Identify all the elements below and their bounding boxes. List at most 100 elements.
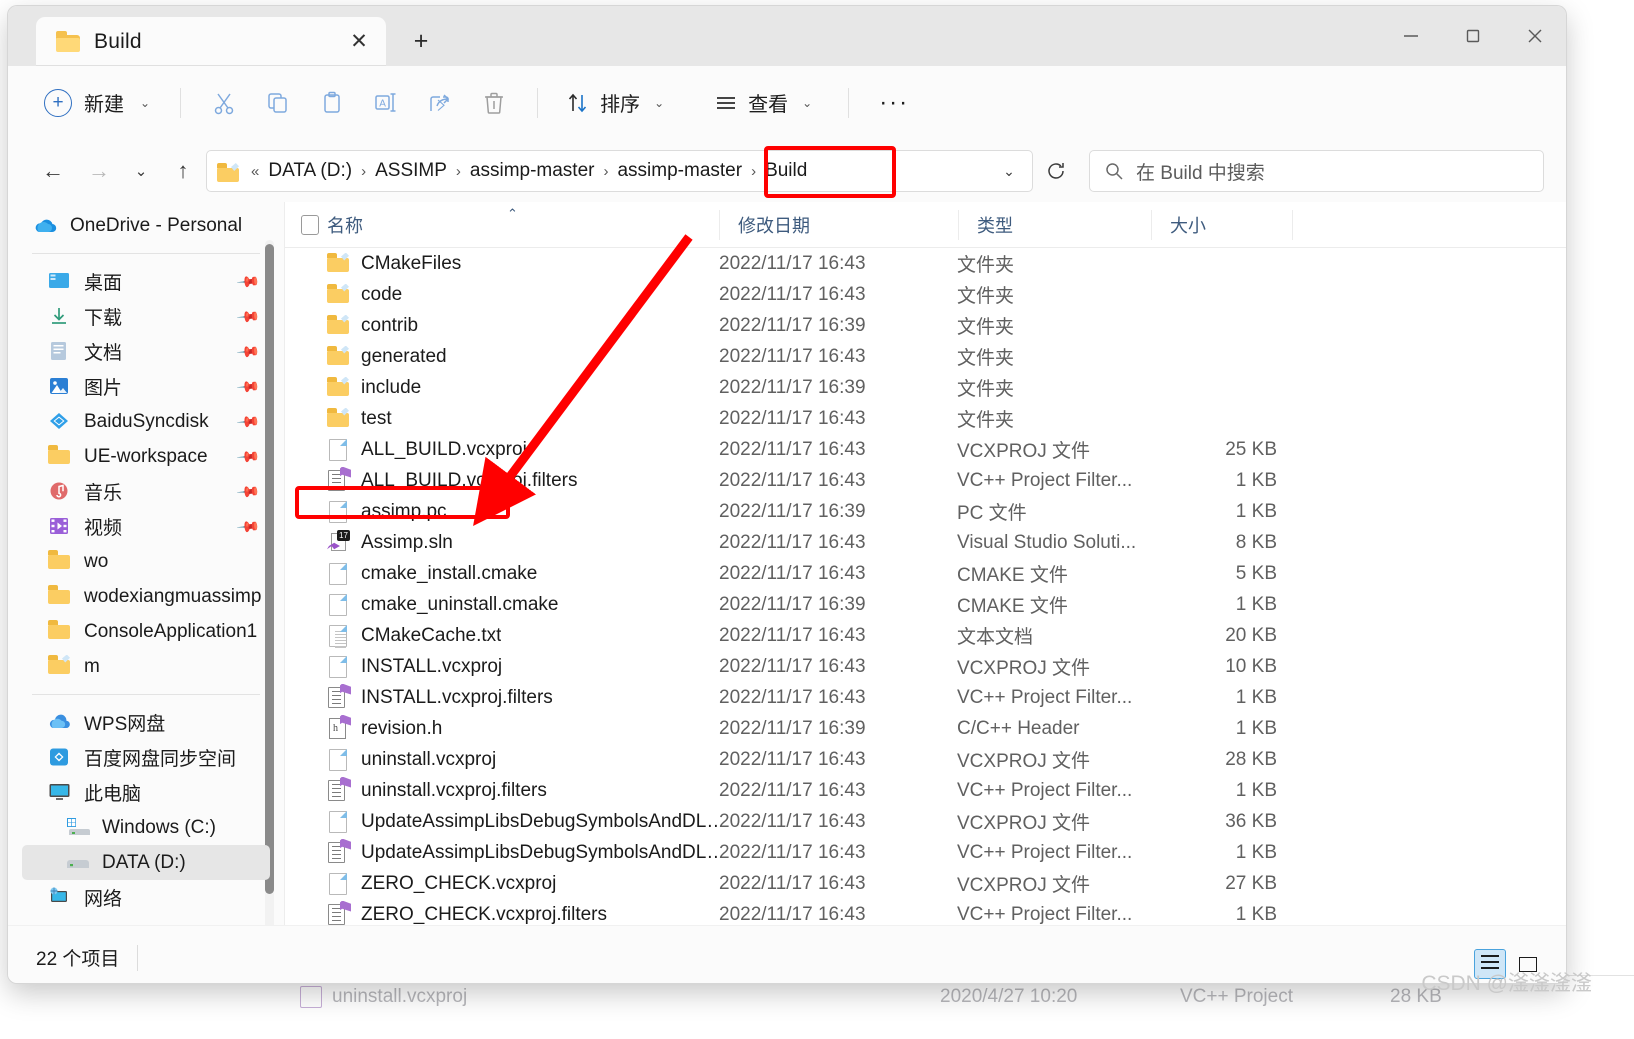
sidebar-item-this-pc[interactable]: 此电脑 — [22, 775, 270, 810]
table-row[interactable]: include 2022/11/17 16:39 文件夹 — [285, 372, 1566, 403]
breadcrumb-item-1[interactable]: ASSIMP — [368, 157, 454, 185]
refresh-button[interactable] — [1033, 149, 1079, 193]
breadcrumb-item-0[interactable]: DATA (D:) — [261, 157, 359, 185]
file-name-cell[interactable]: ALL_BUILD.vcxproj — [285, 438, 719, 462]
table-row[interactable]: uninstall.vcxproj 2022/11/17 16:43 VCXPROJ… — [285, 744, 1566, 775]
file-name-cell[interactable]: UpdateAssimpLibsDebugSymbolsAndDL… — [285, 810, 719, 834]
sidebar-item-m[interactable]: m — [22, 649, 270, 684]
file-name-cell[interactable]: contrib — [285, 314, 719, 338]
table-row[interactable]: ALL_BUILD.vcxproj.filters 2022/11/17 16:4… — [285, 465, 1566, 496]
file-name-cell[interactable]: cmake_uninstall.cmake — [285, 593, 719, 617]
sidebar-item-baidusyncdisk[interactable]: BaiduSyncdisk 📌 — [22, 404, 270, 439]
pin-icon[interactable]: 📌 — [236, 304, 262, 329]
table-row[interactable]: UpdateAssimpLibsDebugSymbolsAndDL… 2022/1… — [285, 837, 1566, 868]
sidebar-item-wo[interactable]: wo — [22, 544, 270, 579]
pin-icon[interactable]: 📌 — [236, 479, 262, 504]
sidebar-item-network[interactable]: 网络 — [22, 880, 270, 915]
sidebar-item-desktop[interactable]: 桌面 📌 — [22, 264, 270, 299]
file-name-cell[interactable]: include — [285, 376, 719, 400]
breadcrumb-item-3[interactable]: assimp-master — [610, 157, 749, 185]
sidebar-item-pictures[interactable]: 图片 📌 — [22, 369, 270, 404]
sidebar-item-documents[interactable]: 文档 📌 — [22, 334, 270, 369]
close-window-button[interactable] — [1504, 6, 1566, 66]
minimize-button[interactable] — [1380, 6, 1442, 66]
column-header-date[interactable]: 修改日期 — [720, 212, 958, 238]
file-name-cell[interactable]: INSTALL.vcxproj.filters — [285, 683, 719, 710]
table-row[interactable]: cmake_uninstall.cmake 2022/11/17 16:39 CMA… — [285, 589, 1566, 620]
file-name-cell[interactable]: cmake_install.cmake — [285, 562, 719, 586]
close-tab-icon[interactable]: ✕ — [342, 25, 376, 59]
table-row[interactable]: h revision.h 2022/11/17 16:39 C/C++ Header 1… — [285, 713, 1566, 744]
file-name-cell[interactable]: CMakeFiles — [285, 252, 719, 276]
breadcrumb-item-build[interactable]: Build — [758, 157, 814, 185]
column-header-type[interactable]: 类型 — [959, 212, 1151, 238]
pin-icon[interactable]: 📌 — [236, 269, 262, 294]
recent-locations-button[interactable]: ⌄ — [122, 149, 160, 193]
breadcrumb-item-2[interactable]: assimp-master — [463, 157, 602, 185]
table-row[interactable]: uninstall.vcxproj.filters 2022/11/17 16:4… — [285, 775, 1566, 806]
view-button[interactable]: 查看 ⌄ — [702, 80, 824, 126]
file-name-cell[interactable]: 17 Assimp.sln — [285, 529, 719, 555]
search-box[interactable]: 在 Build 中搜索 — [1089, 150, 1544, 192]
pin-icon[interactable]: 📌 — [236, 444, 262, 469]
delete-button[interactable] — [467, 80, 521, 126]
search-input[interactable]: 在 Build 中搜索 — [1136, 158, 1265, 185]
sidebar-item-consoleapplication1[interactable]: ConsoleApplication1 — [22, 614, 270, 649]
table-row[interactable]: contrib 2022/11/17 16:39 文件夹 — [285, 310, 1566, 341]
file-name-cell[interactable]: ALL_BUILD.vcxproj.filters — [285, 466, 719, 493]
table-row[interactable]: CMakeFiles 2022/11/17 16:43 文件夹 — [285, 248, 1566, 279]
pin-icon[interactable]: 📌 — [236, 374, 262, 399]
table-row[interactable]: code 2022/11/17 16:43 文件夹 — [285, 279, 1566, 310]
rename-button[interactable]: A — [359, 80, 413, 126]
sidebar-item-wps-cloud[interactable]: WPS网盘 — [22, 705, 270, 740]
copy-button[interactable] — [251, 80, 305, 126]
file-name-cell[interactable]: test — [285, 407, 719, 431]
pin-icon[interactable]: 📌 — [236, 339, 262, 364]
file-name-cell[interactable]: CMakeCache.txt — [285, 624, 719, 648]
sidebar-item-ue-workspace[interactable]: UE-workspace 📌 — [22, 439, 270, 474]
sidebar-item-onedrive[interactable]: OneDrive - Personal — [22, 208, 270, 243]
sidebar-item-baidu-cloud[interactable]: 百度网盘同步空间 — [22, 740, 270, 775]
cut-button[interactable] — [197, 80, 251, 126]
table-row[interactable]: test 2022/11/17 16:43 文件夹 — [285, 403, 1566, 434]
file-name-cell[interactable]: code — [285, 283, 719, 307]
tab-build[interactable]: Build ✕ — [36, 17, 386, 66]
pin-icon[interactable]: 📌 — [236, 514, 262, 539]
forward-button[interactable]: → — [76, 149, 122, 193]
more-options-button[interactable]: ··· — [865, 89, 923, 117]
sidebar-item-data-d[interactable]: DATA (D:) — [22, 845, 270, 880]
table-row[interactable]: INSTALL.vcxproj.filters 2022/11/17 16:43 V… — [285, 682, 1566, 713]
table-row[interactable]: cmake_install.cmake 2022/11/17 16:43 CMAKE… — [285, 558, 1566, 589]
sidebar-item-wodexiangmuassimp[interactable]: wodexiangmuassimp — [22, 579, 270, 614]
file-name-cell[interactable]: UpdateAssimpLibsDebugSymbolsAndDL… — [285, 838, 719, 865]
file-name-cell[interactable]: uninstall.vcxproj — [285, 748, 719, 772]
column-header-size[interactable]: 大小 — [1152, 212, 1292, 238]
file-name-cell[interactable]: INSTALL.vcxproj — [285, 655, 719, 679]
maximize-button[interactable] — [1442, 6, 1504, 66]
table-row[interactable]: assimp.pc 2022/11/17 16:39 PC 文件 1 KB — [285, 496, 1566, 527]
sidebar-item-music[interactable]: 音乐 📌 — [22, 474, 270, 509]
file-name-cell[interactable]: h revision.h — [285, 714, 719, 741]
table-row[interactable]: 17 Assimp.sln 2022/11/17 16:43 Visual Studi… — [285, 527, 1566, 558]
sort-button[interactable]: 排序 ⌄ — [554, 80, 676, 126]
sidebar-item-downloads[interactable]: 下载 📌 — [22, 299, 270, 334]
paste-button[interactable] — [305, 80, 359, 126]
file-name-cell[interactable]: uninstall.vcxproj.filters — [285, 776, 719, 803]
new-button[interactable]: + 新建 ⌄ — [34, 80, 164, 126]
address-dropdown-icon[interactable]: ⌄ — [992, 163, 1026, 180]
table-row[interactable]: UpdateAssimpLibsDebugSymbolsAndDL… 2022/1… — [285, 806, 1566, 837]
table-row[interactable]: generated 2022/11/17 16:43 文件夹 — [285, 341, 1566, 372]
select-all-checkbox[interactable] — [285, 214, 327, 235]
column-header-name[interactable]: 名称 — [327, 212, 719, 238]
up-button[interactable]: ↑ — [160, 149, 206, 193]
table-row[interactable]: ALL_BUILD.vcxproj 2022/11/17 16:43 VCXPROJ… — [285, 434, 1566, 465]
back-button[interactable]: ← — [30, 149, 76, 193]
table-row[interactable]: INSTALL.vcxproj 2022/11/17 16:43 VCXPROJ 文… — [285, 651, 1566, 682]
address-bar[interactable]: « DATA (D:) › ASSIMP › assimp-master › a… — [206, 150, 1033, 192]
table-row[interactable]: CMakeCache.txt 2022/11/17 16:43 文本文档 20 KB — [285, 620, 1566, 651]
file-name-cell[interactable]: ZERO_CHECK.vcxproj.filters — [285, 900, 719, 927]
column-divider[interactable] — [1292, 209, 1293, 240]
sidebar-item-videos[interactable]: 视频 📌 — [22, 509, 270, 544]
file-name-cell[interactable]: generated — [285, 345, 719, 369]
new-tab-button[interactable]: + — [404, 24, 438, 58]
